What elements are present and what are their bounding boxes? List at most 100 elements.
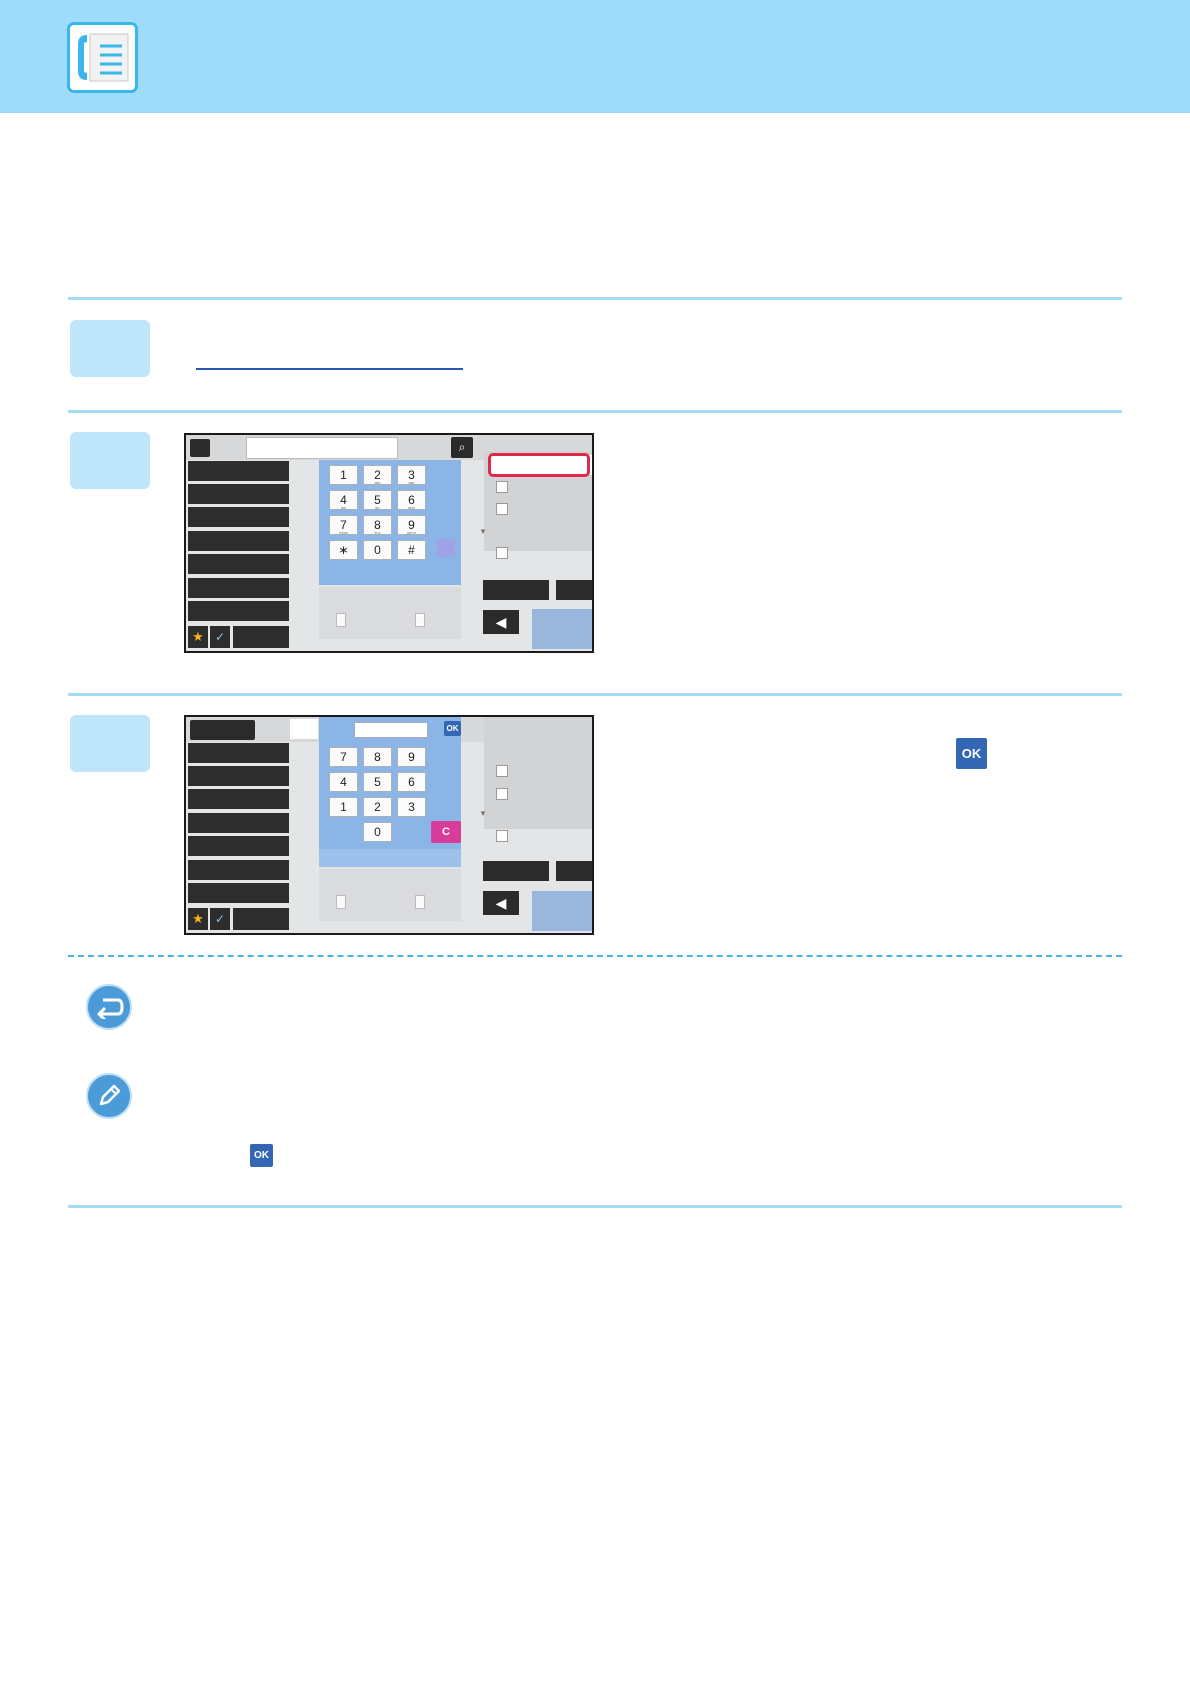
ok-button[interactable]: OK (444, 721, 461, 736)
ok-label: OK (446, 724, 459, 733)
action-button[interactable] (483, 580, 549, 600)
favorite-star-icon[interactable]: ★ (188, 626, 208, 648)
start-button[interactable] (532, 891, 592, 931)
favorite-star-icon[interactable]: ★ (188, 908, 208, 930)
checkmark-icon[interactable]: ✓ (210, 908, 230, 930)
checkbox[interactable] (496, 481, 508, 493)
checkbox[interactable] (496, 765, 508, 777)
action-button[interactable] (556, 580, 592, 600)
key-digit: 7 (340, 750, 347, 764)
checkmark-icon[interactable]: ✓ (210, 626, 230, 648)
key-digit: 7 (340, 518, 347, 532)
side-menu-item[interactable] (188, 836, 289, 856)
checkbox[interactable] (496, 788, 508, 800)
page-header (0, 0, 1190, 113)
key-letters: TUV (374, 531, 381, 535)
side-menu-item[interactable] (188, 813, 289, 833)
key-digit: 4 (340, 775, 347, 789)
side-menu-item[interactable] (188, 860, 289, 880)
checkbox[interactable] (496, 830, 508, 842)
side-menu-item[interactable] (188, 883, 289, 903)
key-letters: ABC (374, 481, 381, 485)
speaker-icon[interactable]: ◀ (483, 610, 519, 634)
side-menu-item[interactable] (188, 507, 289, 527)
search-icon[interactable]: ⌕ (451, 437, 473, 458)
keypad-key[interactable]: 5 (363, 772, 392, 792)
address-book-icon[interactable] (190, 439, 210, 457)
side-menu-item[interactable] (233, 626, 289, 648)
page-icon (336, 895, 346, 909)
keypad-key[interactable]: 2 (363, 797, 392, 817)
number-entry-field[interactable] (290, 719, 318, 739)
ok-key-icon: OK (956, 738, 987, 769)
keypad-key[interactable]: 7 (329, 747, 358, 767)
keypad-key[interactable]: 6 (397, 772, 426, 792)
action-button[interactable] (556, 861, 592, 881)
step-divider (68, 693, 1122, 696)
side-menu-item[interactable] (188, 743, 289, 763)
keypad-key[interactable]: 2 ABC (363, 465, 392, 485)
clear-button[interactable] (437, 539, 455, 557)
clear-button[interactable]: C (431, 821, 461, 843)
keypad-key[interactable]: 0 (363, 540, 392, 560)
key-digit: 3 (408, 800, 415, 814)
pencil-icon (86, 1073, 132, 1119)
address-entry-field[interactable] (246, 437, 398, 459)
checkbox[interactable] (496, 547, 508, 559)
keypad-key[interactable]: 5 JKL (363, 490, 392, 510)
keypad-key[interactable]: 9 WXYZ (397, 515, 426, 535)
reference-link[interactable] (196, 368, 463, 370)
digit-input-field[interactable] (354, 722, 428, 738)
notes-divider (68, 955, 1122, 957)
side-menu-item[interactable] (233, 908, 289, 930)
checkbox[interactable] (496, 503, 508, 515)
keypad-key[interactable]: 8 (363, 747, 392, 767)
start-button[interactable] (532, 609, 592, 649)
keypad-key[interactable]: 7 PQRS (329, 515, 358, 535)
side-menu-item[interactable] (188, 789, 289, 809)
keypad-key[interactable]: 9 (397, 747, 426, 767)
side-menu-item[interactable] (188, 554, 289, 574)
key-letters: GHI (340, 506, 347, 510)
side-menu-item[interactable] (188, 578, 289, 598)
ok-key-icon: OK (250, 1144, 273, 1167)
keypad-key[interactable]: 3 DEF (397, 465, 426, 485)
keypad-key[interactable]: 4 GHI (329, 490, 358, 510)
keypad-key[interactable]: 3 (397, 797, 426, 817)
step-3-badge (70, 715, 150, 772)
page-icon (415, 613, 425, 627)
scroll-down-arrow-icon[interactable]: ▼ (479, 809, 487, 818)
step-1-badge (70, 320, 150, 377)
side-menu-item[interactable] (188, 484, 289, 504)
key-digit: # (408, 543, 415, 557)
key-letters: WXYZ (407, 531, 416, 535)
keypad-key[interactable]: ∗ (329, 540, 358, 560)
keypad-key[interactable]: 4 (329, 772, 358, 792)
action-button[interactable] (483, 861, 549, 881)
scroll-down-arrow-icon[interactable]: ▼ (479, 527, 487, 536)
keypad-key[interactable]: 1 (329, 465, 358, 485)
keypad-key[interactable]: # (397, 540, 426, 560)
side-menu-item[interactable] (188, 531, 289, 551)
step-3-screenshot: OK 7 8 9 4 5 6 1 2 3 0 C ★ ✓ ▼ ◀ (184, 715, 594, 935)
side-menu-item[interactable] (188, 766, 289, 786)
key-digit: 5 (374, 775, 381, 789)
step-2-screenshot: ⌕ ★ ✓ 1 2 ABC 3 DEF 4 GHI 5 JKL 6 MNO 7 PQRS 8 TUV 9 WXY… (184, 433, 594, 653)
side-menu-item[interactable] (188, 601, 289, 621)
ok-key-label: OK (961, 746, 982, 761)
speaker-icon[interactable]: ◀ (483, 891, 519, 915)
keypad-key[interactable]: 6 MNO (397, 490, 426, 510)
key-digit: 6 (408, 775, 415, 789)
keypad-key[interactable]: 1 (329, 797, 358, 817)
highlight-frame (488, 453, 590, 477)
key-letters: MNO (408, 506, 415, 510)
side-menu-item[interactable] (188, 461, 289, 481)
ok-key-label: OK (254, 1150, 269, 1161)
keypad-key[interactable]: 8 TUV (363, 515, 392, 535)
page-icon (415, 895, 425, 909)
keypad-key[interactable]: 0 (363, 822, 392, 842)
key-digit: 8 (374, 750, 381, 764)
address-book-icon[interactable] (190, 720, 255, 740)
key-letters: DEF (408, 481, 415, 485)
key-digit: 9 (408, 518, 415, 532)
